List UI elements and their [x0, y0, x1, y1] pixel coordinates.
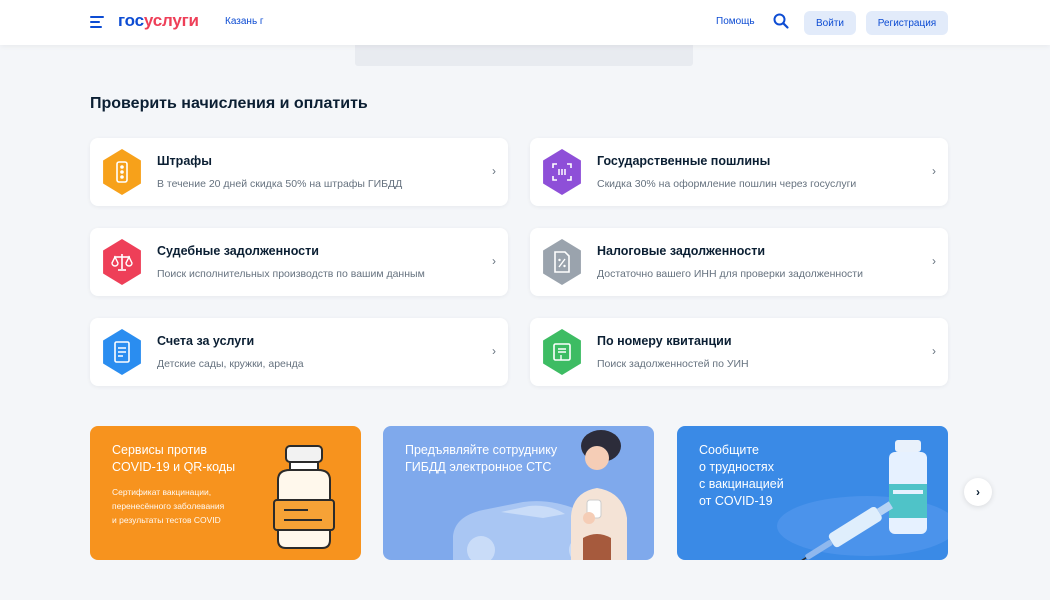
card-subtitle: Скидка 30% на оформление пошлин через го… [597, 178, 857, 190]
card-title: По номеру квитанции [597, 334, 732, 348]
card-title: Счета за услуги [157, 334, 255, 348]
banner-title-line: Сервисы против [112, 443, 208, 457]
tax-document-icon [543, 239, 581, 285]
card-fines[interactable]: Штрафы В течение 20 дней скидка 50% на ш… [90, 138, 508, 206]
card-tax-debts[interactable]: Налоговые задолженности Достаточно вашег… [530, 228, 948, 296]
chevron-right-icon[interactable]: › [964, 478, 992, 506]
banner-title: Сервисы против COVID-19 и QR-коды [112, 442, 235, 476]
card-subtitle: Поиск исполнительных производств по ваши… [157, 268, 425, 280]
card-title: Судебные задолженности [157, 244, 319, 258]
register-button[interactable]: Регистрация [866, 11, 948, 35]
chevron-right-icon: › [932, 164, 936, 178]
banner-subtitle-line: и результаты тестов COVID [112, 515, 221, 525]
banner-subtitle-line: Сертификат вакцинации, [112, 487, 212, 497]
logo-part-uslugi: услуги [143, 11, 199, 30]
banner-vaccination-difficulties[interactable]: Сообщите о трудностях с вакцинацией от C… [677, 426, 948, 560]
card-title: Налоговые задолженности [597, 244, 766, 258]
city-selector[interactable]: Казань г [225, 16, 264, 27]
chevron-right-icon: › [492, 254, 496, 268]
card-subtitle: Поиск задолженностей по УИН [597, 358, 749, 370]
banner-subtitle-line: перенесённого заболевания [112, 501, 225, 511]
barcode-scan-icon [543, 149, 581, 195]
car-woman-illustration [453, 430, 627, 560]
gosuslugi-logo[interactable]: госуслуги [118, 11, 199, 31]
card-title: Штрафы [157, 154, 212, 168]
chevron-right-icon: › [932, 344, 936, 358]
syringe-vial-illustration [777, 440, 948, 560]
card-title: Государственные пошлины [597, 154, 771, 168]
menu-icon[interactable] [90, 16, 104, 28]
chevron-right-icon: › [492, 344, 496, 358]
card-subtitle: В течение 20 дней скидка 50% на штрафы Г… [157, 178, 403, 190]
card-subtitle: Детские сады, кружки, аренда [157, 358, 304, 370]
traffic-light-icon [103, 149, 141, 195]
card-receipt-number[interactable]: По номеру квитанции Поиск задолженностей… [530, 318, 948, 386]
card-court-debts[interactable]: Судебные задолженности Поиск исполнитель… [90, 228, 508, 296]
card-subtitle: Достаточно вашего ИНН для проверки задол… [597, 268, 863, 280]
vaccine-bottle-illustration [273, 445, 335, 549]
banner-covid-services[interactable]: Сервисы против COVID-19 и QR-коды Сертиф… [90, 426, 361, 560]
search-icon[interactable] [772, 12, 790, 30]
scales-icon [103, 239, 141, 285]
chevron-right-icon: › [492, 164, 496, 178]
chevron-right-icon: › [932, 254, 936, 268]
card-service-bills[interactable]: Счета за услуги Детские сады, кружки, ар… [90, 318, 508, 386]
banner-title-line: COVID-19 и QR-коды [112, 460, 236, 474]
help-link[interactable]: Помощь [716, 16, 755, 27]
section-title: Проверить начисления и оплатить [90, 95, 368, 112]
login-button[interactable]: Войти [804, 11, 856, 35]
top-header: госуслуги Казань г Помощь Войти Регистра… [0, 0, 1050, 45]
invoice-icon [103, 329, 141, 375]
card-state-duties[interactable]: Государственные пошлины Скидка 30% на оф… [530, 138, 948, 206]
receipt-icon [543, 329, 581, 375]
logo-part-gos: гос [118, 11, 144, 30]
banner-gibdd-sts[interactable]: Предъявляйте сотруднику ГИБДД электронно… [383, 426, 654, 560]
banner-subtitle: Сертификат вакцинации, перенесённого заб… [112, 485, 224, 527]
